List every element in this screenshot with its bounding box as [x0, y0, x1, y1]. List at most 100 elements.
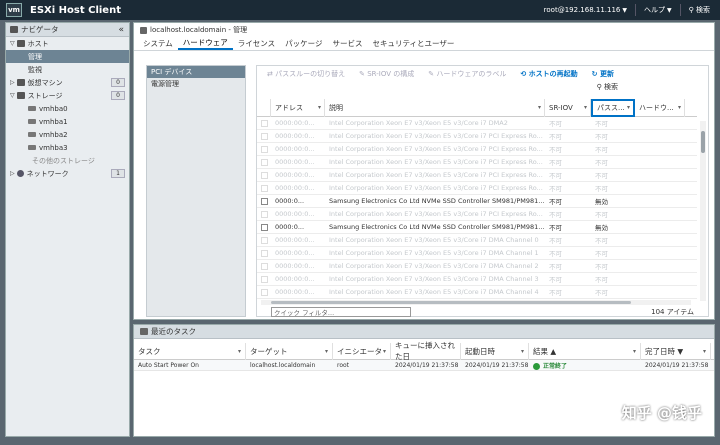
vmware-logo: vm	[6, 3, 22, 17]
column-initiator[interactable]: イニシエータ ▾	[333, 342, 391, 360]
nav-host[interactable]: ▽ ホスト	[6, 37, 129, 50]
scroll-thumb[interactable]	[271, 301, 631, 304]
global-search[interactable]: ⚲ 検索	[689, 5, 710, 15]
column-address[interactable]: アドレス ▾	[271, 98, 325, 117]
row-checkbox[interactable]	[261, 223, 268, 231]
nav-network[interactable]: ▷ ネットワーク 1	[6, 167, 129, 180]
refresh-button[interactable]: ↻ 更新	[592, 69, 614, 79]
table-row[interactable]: 0000:00:0... Intel Corporation Xeon E7 v3…	[257, 273, 697, 286]
horizontal-scrollbar[interactable]	[261, 300, 691, 305]
user-menu[interactable]: root@192.168.11.116 ▼	[544, 6, 627, 14]
tab-bar: システム ハードウェア ライセンス パッケージ サービス セキュリティとユーザー	[134, 37, 714, 51]
row-checkbox	[261, 132, 268, 140]
caret-down-icon: ▼	[667, 7, 672, 14]
row-select-cell	[257, 156, 271, 169]
row-checkbox	[261, 288, 268, 296]
cell-passthrough: 不可	[595, 250, 608, 258]
row-select-cell	[257, 143, 271, 156]
cell-address: 0000:00:0...	[275, 262, 315, 270]
column-target[interactable]: ターゲット ▾	[246, 342, 333, 360]
tab-packages[interactable]: パッケージ	[280, 37, 327, 50]
nav-monitor[interactable]: 監視	[6, 63, 129, 76]
table-row[interactable]: 0000:00:0... Intel Corporation Xeon E7 v3…	[257, 143, 697, 156]
table-row[interactable]: 0000:00:0... Intel Corporation Xeon E7 v3…	[257, 117, 697, 130]
nav-adapter[interactable]: vmhba1	[6, 115, 129, 128]
pci-device-grid: ⇄ パススルーの切り替え ✎ SR-IOV の構成 ✎ ハードウェアのラベル ⟲…	[256, 65, 709, 317]
tab-license[interactable]: ライセンス	[233, 37, 280, 50]
tab-services[interactable]: サービス	[328, 37, 368, 50]
table-row[interactable]: 0000:00:0... Intel Corporation Xeon E7 v3…	[257, 247, 697, 260]
scroll-thumb[interactable]	[701, 131, 705, 153]
disk-icon	[28, 145, 36, 150]
nav-adapter[interactable]: vmhba3	[6, 141, 129, 154]
row-select-cell	[257, 273, 271, 286]
disk-icon	[28, 119, 36, 124]
cell-address: 0000:00:0...	[275, 236, 315, 244]
row-checkbox[interactable]	[261, 197, 268, 205]
reboot-host-button[interactable]: ⟲ ホストの再起動	[520, 69, 577, 79]
table-row[interactable]: 0000:00:0... Intel Corporation Xeon E7 v3…	[257, 130, 697, 143]
storage-icon	[16, 92, 25, 99]
table-row[interactable]: 0000:00:0... Intel Corporation Xeon E7 v3…	[257, 260, 697, 273]
quick-filter-dropdown[interactable]: クイック フィルタ...	[271, 307, 411, 317]
cell-hardware-label	[635, 117, 685, 130]
column-description[interactable]: 説明 ▾	[325, 98, 545, 117]
column-hardware-label[interactable]: ハードウ... ▾	[635, 98, 685, 117]
nav-other-storage[interactable]: その他のストレージ	[6, 154, 129, 167]
toggle-icon: ⇄	[267, 69, 273, 78]
tab-security-users[interactable]: セキュリティとユーザー	[368, 37, 460, 50]
row-checkbox	[261, 158, 268, 166]
row-checkbox	[261, 145, 268, 153]
table-row[interactable]: 0000:00:0... Intel Corporation Xeon E7 v3…	[257, 208, 697, 221]
column-result[interactable]: 結果 ▲ ▾	[529, 342, 641, 360]
collapse-icon[interactable]: «	[118, 25, 124, 35]
table-row[interactable]: 0000:00:0... Intel Corporation Xeon E7 v3…	[257, 286, 697, 299]
nav-adapter[interactable]: vmhba2	[6, 128, 129, 141]
sriov-config-button[interactable]: ✎ SR-IOV の構成	[359, 69, 414, 79]
hardware-label-button[interactable]: ✎ ハードウェアのラベル	[428, 69, 506, 79]
row-checkbox	[261, 184, 268, 192]
row-checkbox	[261, 249, 268, 257]
cell-description: Intel Corporation Xeon E7 v3/Xeon E5 v3/…	[329, 262, 539, 270]
expand-down-icon: ▽	[10, 40, 15, 47]
tab-system[interactable]: システム	[138, 37, 178, 50]
toggle-passthrough-button[interactable]: ⇄ パススルーの切り替え	[267, 69, 345, 79]
subnav-power-management[interactable]: 電源管理	[147, 78, 245, 90]
host-icon	[140, 26, 147, 34]
grid-footer: クイック フィルタ... 104 アイテム	[257, 306, 710, 318]
tab-hardware[interactable]: ハードウェア	[177, 37, 233, 50]
table-row[interactable]: 0000:0... Samsung Electronics Co Ltd NVMe…	[257, 195, 697, 208]
table-row[interactable]: 0000:00:0... Intel Corporation Xeon E7 v3…	[257, 234, 697, 247]
column-passthrough[interactable]: パスス... ▾	[591, 98, 635, 117]
vertical-scrollbar[interactable]	[700, 121, 706, 301]
column-queued[interactable]: キューに挿入された日	[391, 341, 461, 361]
table-row[interactable]: 0000:00:0... Intel Corporation Xeon E7 v3…	[257, 156, 697, 169]
column-started[interactable]: 起動日時 ▾	[461, 342, 529, 360]
nav-manage[interactable]: 管理	[6, 50, 129, 63]
navigator-header: ナビゲータ «	[6, 23, 129, 37]
table-row[interactable]: 0000:0... Samsung Electronics Co Ltd NVMe…	[257, 221, 697, 234]
nav-adapter[interactable]: vmhba0	[6, 102, 129, 115]
table-row[interactable]: 0000:00:0... Intel Corporation Xeon E7 v3…	[257, 182, 697, 195]
table-row[interactable]: 0000:00:0... Intel Corporation Xeon E7 v3…	[257, 169, 697, 182]
cell-description: Intel Corporation Xeon E7 v3/Xeon E5 v3/…	[329, 132, 543, 140]
grid-search[interactable]: ⚲ 検索	[257, 81, 708, 93]
select-all-column[interactable]	[257, 98, 271, 117]
column-completed[interactable]: 完了日時 ▼ ▾	[641, 342, 711, 360]
nav-storage[interactable]: ▽ ストレージ 0	[6, 89, 129, 102]
subnav-pci-devices[interactable]: PCI デバイス	[147, 66, 245, 78]
row-checkbox	[261, 275, 268, 283]
cell-result: 正常終了	[529, 361, 641, 370]
help-menu[interactable]: ヘルプ ▼	[644, 5, 672, 15]
column-task[interactable]: タスク ▾	[134, 342, 246, 360]
cell-hardware-label	[635, 247, 685, 260]
nav-vms[interactable]: ▷ 仮想マシン 0	[6, 76, 129, 89]
row-select-cell	[257, 247, 271, 260]
cell-description: Intel Corporation Xeon E7 v3/Xeon E5 v3/…	[329, 158, 543, 166]
grid-body: 0000:00:0... Intel Corporation Xeon E7 v3…	[257, 117, 697, 300]
cell-sriov: 不可	[549, 224, 562, 232]
chevron-down-icon: ▾	[382, 347, 386, 355]
column-sriov[interactable]: SR-IOV ▾	[545, 98, 591, 117]
row-checkbox	[261, 236, 268, 244]
cell-sriov: 不可	[549, 185, 562, 193]
